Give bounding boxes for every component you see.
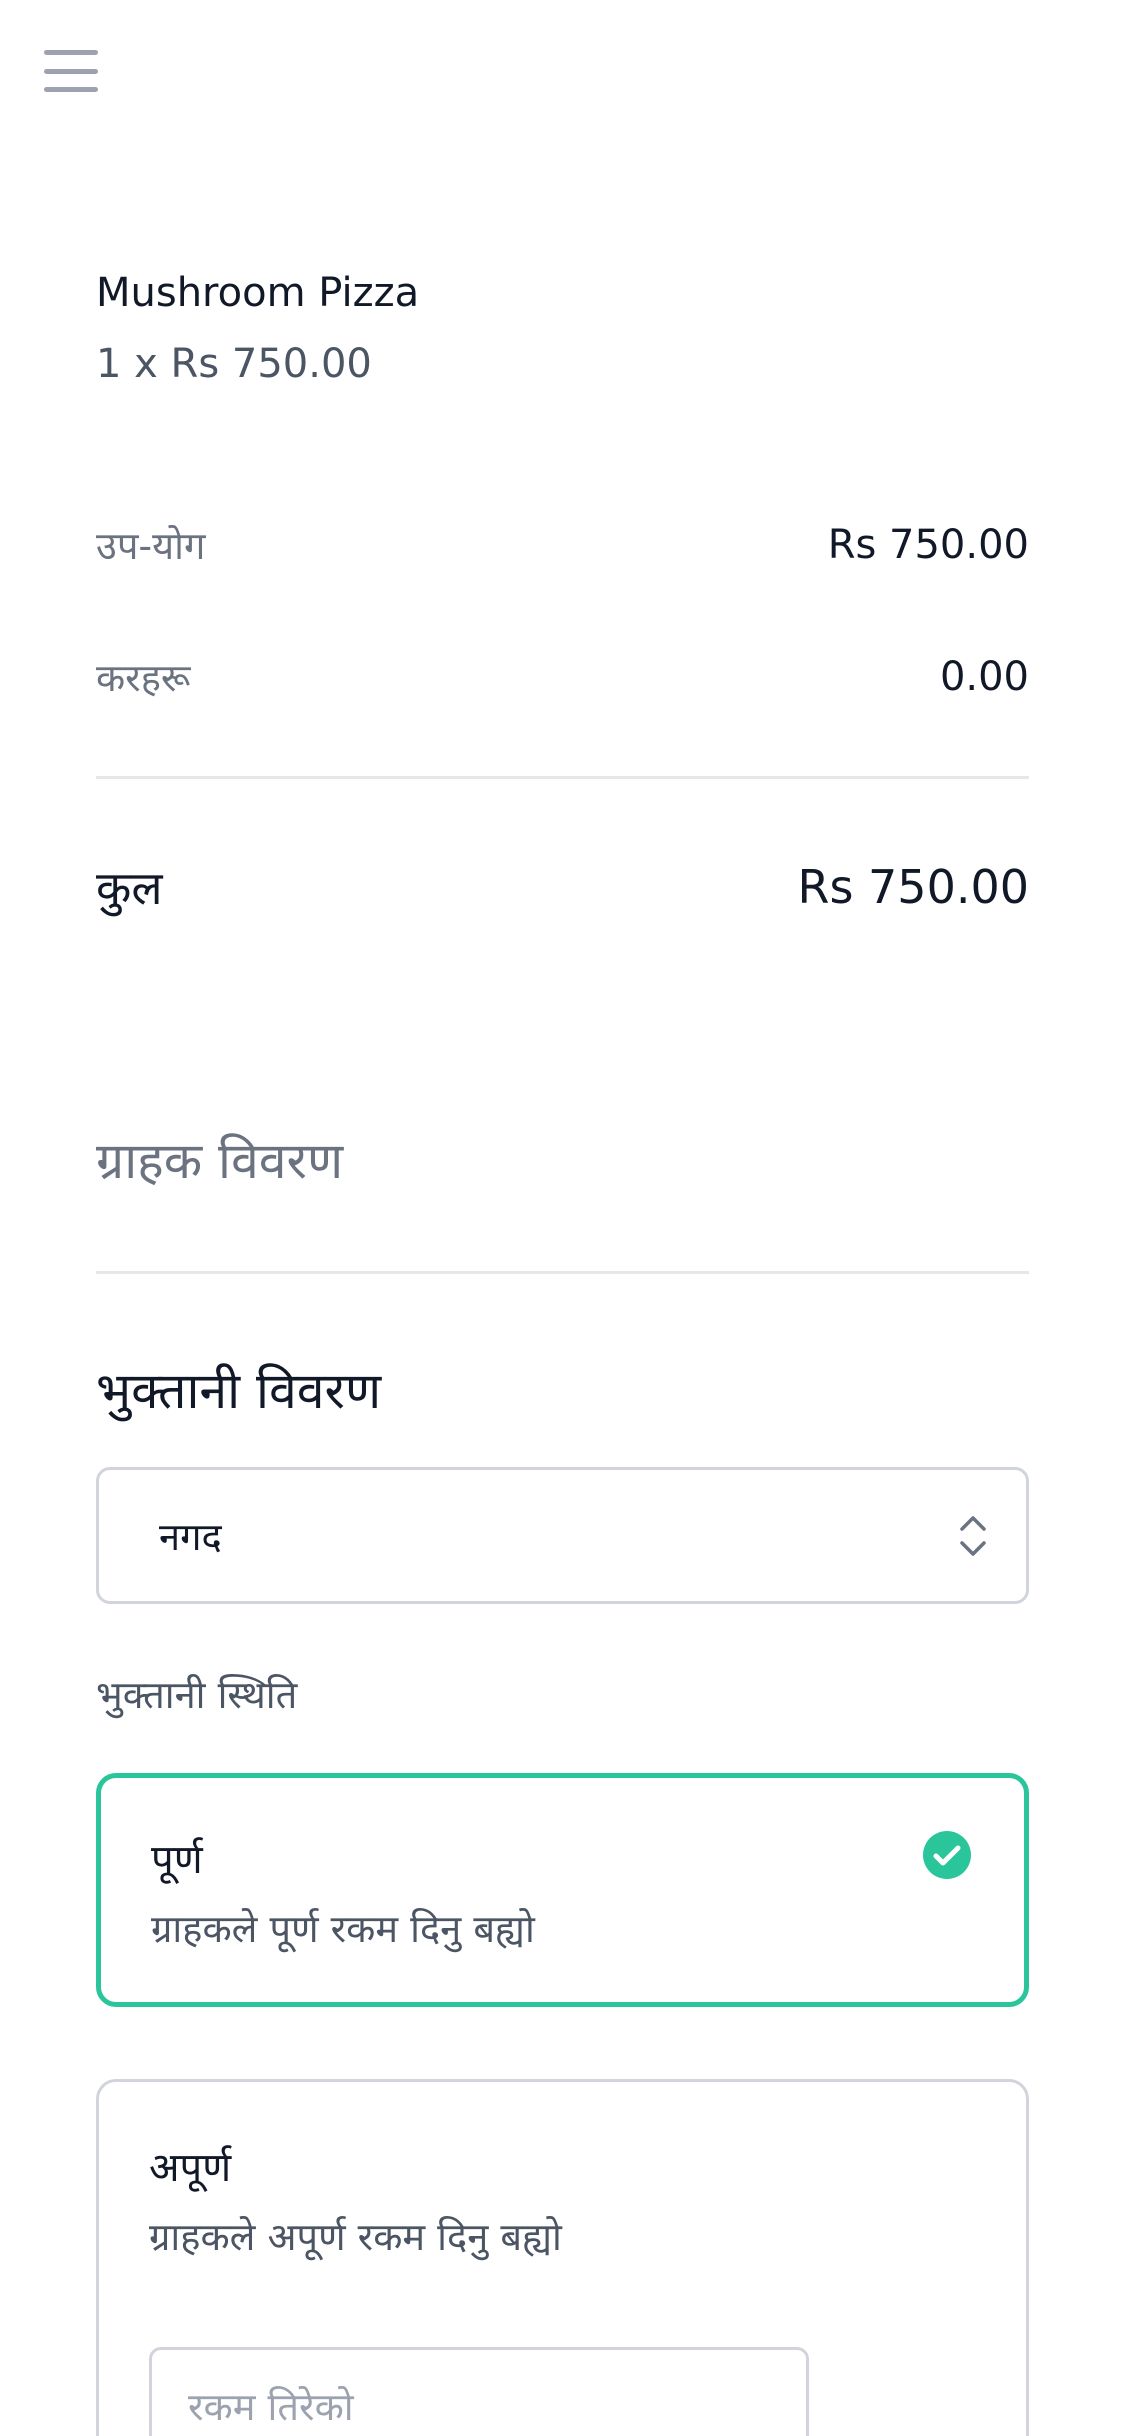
checkout-page: Mushroom Pizza 1 x Rs 750.00 उप-योग Rs 7… [0,0,1125,2436]
subtotal-row: उप-योग Rs 750.00 [96,515,1029,575]
chevron-up-down-icon [960,1515,986,1556]
payment-option-description: ग्राहकले अपूर्ण रकम दिनु बह्यो [149,2215,562,2259]
order-item-quantity-price: 1 x Rs 750.00 [96,341,372,387]
payment-method-select[interactable]: नगद [96,1467,1029,1604]
payment-status-label: भुक्तानी स्थिति [96,1673,298,1717]
check-circle-icon [923,1831,971,1879]
divider [96,1271,1029,1274]
payment-details-heading: भुक्तानी विवरण [96,1362,382,1420]
payment-option-title: अपूर्ण [149,2145,232,2191]
menu-line [44,87,98,92]
total-label: कुल [96,861,163,915]
taxes-row: करहरू 0.00 [96,647,1029,707]
order-item-name: Mushroom Pizza [96,270,420,316]
total-row: कुल Rs 750.00 [96,857,1029,917]
payment-option-full[interactable]: पूर्ण ग्राहकले पूर्ण रकम दिनु बह्यो [96,1773,1029,2007]
total-value: Rs 750.00 [797,860,1029,914]
payment-option-partial[interactable]: अपूर्ण ग्राहकले अपूर्ण रकम दिनु बह्यो [96,2079,1029,2436]
subtotal-label: उप-योग [96,524,206,568]
customer-details-heading[interactable]: ग्राहक विवरण [96,1125,343,1193]
subtotal-value: Rs 750.00 [827,522,1029,568]
divider [96,776,1029,779]
taxes-label: करहरू [96,656,191,700]
taxes-value: 0.00 [939,654,1029,700]
amount-paid-input[interactable] [149,2347,809,2436]
payment-option-description: ग्राहकले पूर्ण रकम दिनु बह्यो [151,1907,535,1951]
payment-method-selected: नगद [159,1514,222,1559]
hamburger-menu-icon[interactable] [42,48,100,94]
menu-line [44,50,98,55]
menu-line [44,68,98,74]
payment-option-title: पूर्ण [151,1837,203,1883]
